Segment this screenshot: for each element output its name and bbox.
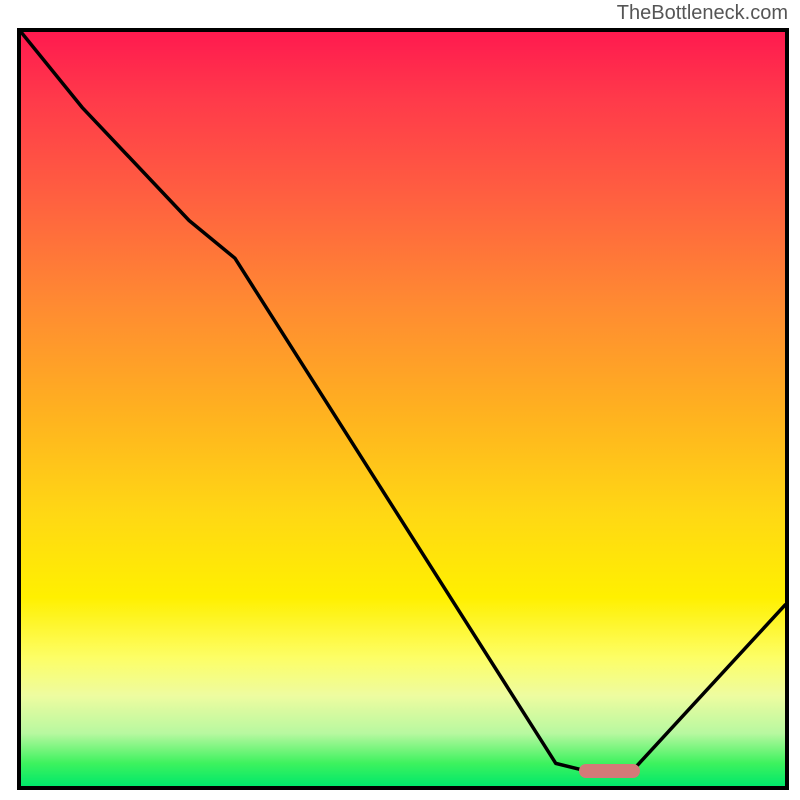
chart-target-marker: [579, 764, 640, 778]
watermark-text: TheBottleneck.com: [617, 2, 788, 25]
chart-line-path: [21, 32, 785, 771]
chart-line-svg: [21, 32, 785, 786]
chart-frame: [17, 28, 789, 790]
